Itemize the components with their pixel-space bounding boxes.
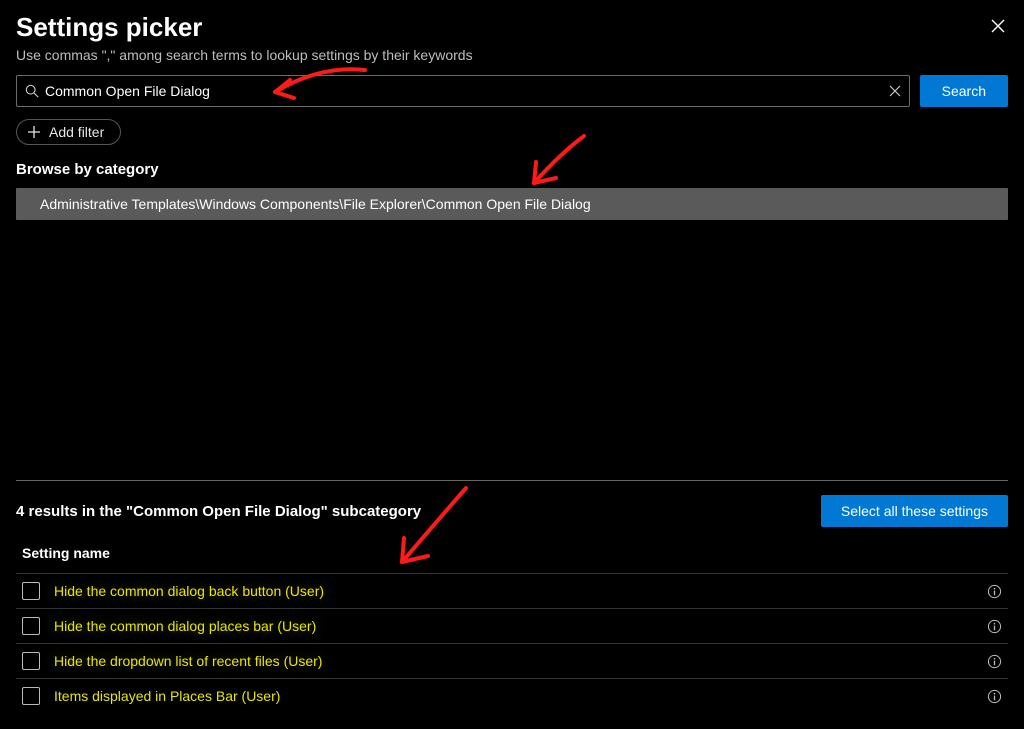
setting-name-link[interactable]: Hide the common dialog back button (User…: [54, 583, 987, 599]
select-all-button[interactable]: Select all these settings: [821, 495, 1008, 527]
setting-name-link[interactable]: Items displayed in Places Bar (User): [54, 688, 987, 704]
results-count: 4 results in the "Common Open File Dialo…: [16, 503, 421, 520]
result-row[interactable]: Hide the dropdown list of recent files (…: [16, 643, 1008, 678]
info-icon[interactable]: [987, 619, 1002, 634]
result-row[interactable]: Hide the common dialog places bar (User): [16, 608, 1008, 643]
result-row[interactable]: Items displayed in Places Bar (User): [16, 678, 1008, 713]
results-table: Hide the common dialog back button (User…: [16, 573, 1008, 713]
category-path-row[interactable]: Administrative Templates\Windows Compone…: [16, 188, 1008, 220]
search-button[interactable]: Search: [920, 75, 1008, 107]
add-filter-button[interactable]: Add filter: [16, 119, 121, 145]
checkbox[interactable]: [22, 652, 40, 670]
info-icon[interactable]: [987, 689, 1002, 704]
checkbox[interactable]: [22, 617, 40, 635]
info-icon[interactable]: [987, 584, 1002, 599]
browse-by-category-label: Browse by category: [16, 161, 1008, 178]
add-filter-label: Add filter: [49, 124, 104, 140]
clear-search-icon[interactable]: [889, 85, 901, 97]
checkbox[interactable]: [22, 687, 40, 705]
page-subtitle: Use commas "," among search terms to loo…: [16, 47, 1008, 63]
result-row[interactable]: Hide the common dialog back button (User…: [16, 573, 1008, 608]
setting-name-link[interactable]: Hide the common dialog places bar (User): [54, 618, 987, 634]
plus-icon: [27, 125, 41, 139]
page-title: Settings picker: [16, 12, 1008, 43]
setting-name-link[interactable]: Hide the dropdown list of recent files (…: [54, 653, 987, 669]
close-button[interactable]: [990, 18, 1006, 34]
category-path-text: Administrative Templates\Windows Compone…: [40, 196, 591, 212]
search-icon: [25, 84, 39, 98]
search-box[interactable]: [16, 75, 910, 107]
info-icon[interactable]: [987, 654, 1002, 669]
search-input[interactable]: [39, 83, 889, 99]
column-header-setting-name: Setting name: [16, 539, 1008, 573]
checkbox[interactable]: [22, 582, 40, 600]
